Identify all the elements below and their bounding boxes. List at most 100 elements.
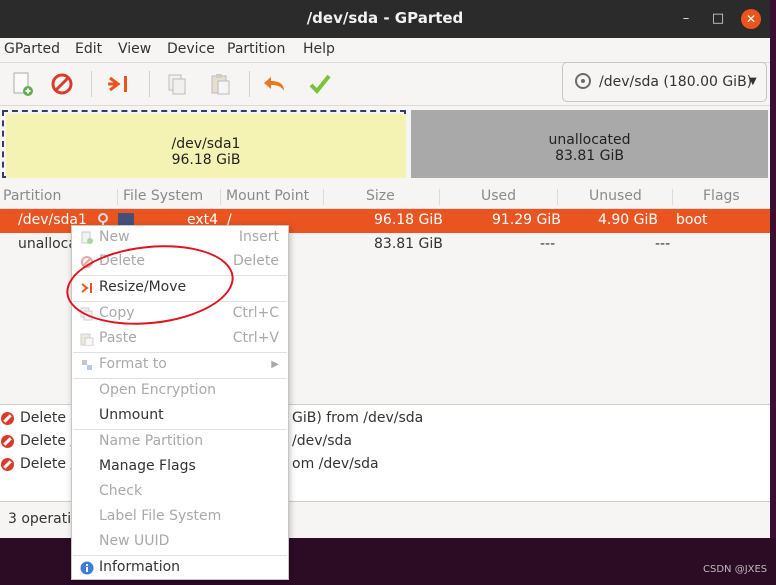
menu-item-format-to[interactable]: Format to ▶ [72,353,288,377]
menu-item-label: New [99,229,130,245]
watermark: CSDN @JXES [703,564,768,575]
partition-map-name: unallocated [548,132,631,148]
partition-map-size: 96.18 GiB [171,152,241,168]
column-separator [672,189,673,205]
column-flags[interactable]: Flags [703,188,740,204]
chevron-down-icon: ▼ [749,76,757,87]
paste-icon [211,74,230,95]
menu-gparted[interactable]: GParted [4,41,60,57]
column-separator [557,189,558,205]
cell-unused: 4.90 GiB [598,212,658,228]
undo-icon [264,77,284,91]
column-used[interactable]: Used [481,188,516,204]
menu-bar: GParted Edit View Device Partition Help [0,38,770,63]
delete-partition-button[interactable] [46,69,78,99]
partition-table-header: Partition File System Mount Point Size U… [0,186,770,209]
copy-icon [168,74,186,95]
menu-item-unmount[interactable]: Unmount [72,404,288,428]
delete-icon [1,458,14,471]
submenu-arrow-icon: ▶ [271,359,279,370]
operation-text-tail: /dev/sda [292,433,352,449]
column-separator [323,189,324,205]
partition-map: /dev/sda1 96.18 GiB unallocated 83.81 Gi… [0,106,770,182]
operation-text-tail: GiB) from /dev/sda [292,410,424,426]
resize-move-button[interactable] [104,69,136,99]
column-filesystem[interactable]: File System [123,188,203,204]
new-icon [13,72,33,96]
menu-item-open-encryption[interactable]: Open Encryption [72,379,288,403]
operation-text-tail: om /dev/sda [292,456,379,472]
column-separator [117,189,118,205]
cell-used: --- [540,236,556,252]
partition-map-sda1[interactable]: /dev/sda1 96.18 GiB [2,110,406,178]
operation-text: Delete L [20,410,79,426]
partition-map-size: 83.81 GiB [555,148,624,164]
apply-icon [309,74,331,94]
paste-button[interactable] [204,69,236,99]
column-mountpoint[interactable]: Mount Point [226,188,309,204]
toolbar-separator [149,71,150,97]
menu-item-accel: Insert [238,229,279,245]
close-button[interactable]: ✕ [741,9,761,29]
delete-icon [51,73,73,95]
menu-partition[interactable]: Partition [227,41,285,57]
partition-map-unallocated[interactable]: unallocated 83.81 GiB [411,110,768,178]
device-selector-label: /dev/sda (180.00 GiB) [599,74,753,90]
info-icon [80,561,94,575]
column-unused[interactable]: Unused [589,188,642,204]
menu-item-label: Label File System [99,508,222,524]
format-icon [80,358,94,372]
menu-item-check[interactable]: Check [72,480,288,504]
menu-help[interactable]: Help [303,41,335,57]
menu-view[interactable]: View [118,41,151,57]
menu-item-label: Name Partition [99,433,204,449]
partition-map-name: /dev/sda1 [171,136,241,152]
menu-item-label-file-system[interactable]: Label File System [72,505,288,529]
cell-size: 83.81 GiB [374,236,443,252]
menu-item-label: Information [99,559,181,575]
copy-button[interactable] [160,69,192,99]
window-title: /dev/sda - GParted [306,9,464,27]
column-partition[interactable]: Partition [3,188,61,204]
menu-device[interactable]: Device [167,41,215,57]
device-selector[interactable]: /dev/sda (180.00 GiB) ▼ [562,62,767,102]
harddisk-icon [575,73,591,89]
resize-icon [108,76,127,92]
paste-icon [80,332,94,347]
minimize-button[interactable]: – [676,9,696,29]
menu-item-label: New UUID [99,533,170,549]
operation-text: Delete / [20,433,76,449]
menu-item-name-partition[interactable]: Name Partition [72,430,288,454]
maximize-button[interactable]: □ [708,9,728,29]
operation-text: Delete / [20,456,76,472]
menu-item-accel: Delete [233,253,279,269]
column-separator [439,189,440,205]
menu-item-label: Paste [99,330,137,346]
menu-item-label: Format to [99,356,167,372]
menu-item-label: Unmount [99,407,164,423]
menu-item-label: Manage Flags [99,458,196,474]
title-bar: /dev/sda - GParted – □ ✕ [0,0,770,38]
menu-item-label: Open Encryption [99,382,217,398]
column-separator [220,189,221,205]
new-partition-button[interactable] [6,69,38,99]
apply-button[interactable] [304,69,336,99]
new-icon [80,231,94,245]
desktop-background-strip [770,0,776,538]
cell-used: 91.29 GiB [492,212,561,228]
menu-item-accel: Ctrl+C [232,305,279,321]
menu-item-accel: Ctrl+V [232,330,279,346]
cell-size: 96.18 GiB [374,212,443,228]
menu-item-manage-flags[interactable]: Manage Flags [72,455,288,479]
cell-flags: boot [676,212,708,228]
menu-item-paste[interactable]: Paste Ctrl+V [72,327,288,351]
menu-edit[interactable]: Edit [75,41,102,57]
column-size[interactable]: Size [366,188,395,204]
cell-unused: --- [655,236,671,252]
menu-item-new-uuid[interactable]: New UUID [72,530,288,554]
delete-icon [1,435,14,448]
menu-item-information[interactable]: Information [72,556,288,580]
toolbar-separator [249,71,250,97]
delete-icon [1,412,14,425]
undo-button[interactable] [260,69,292,99]
